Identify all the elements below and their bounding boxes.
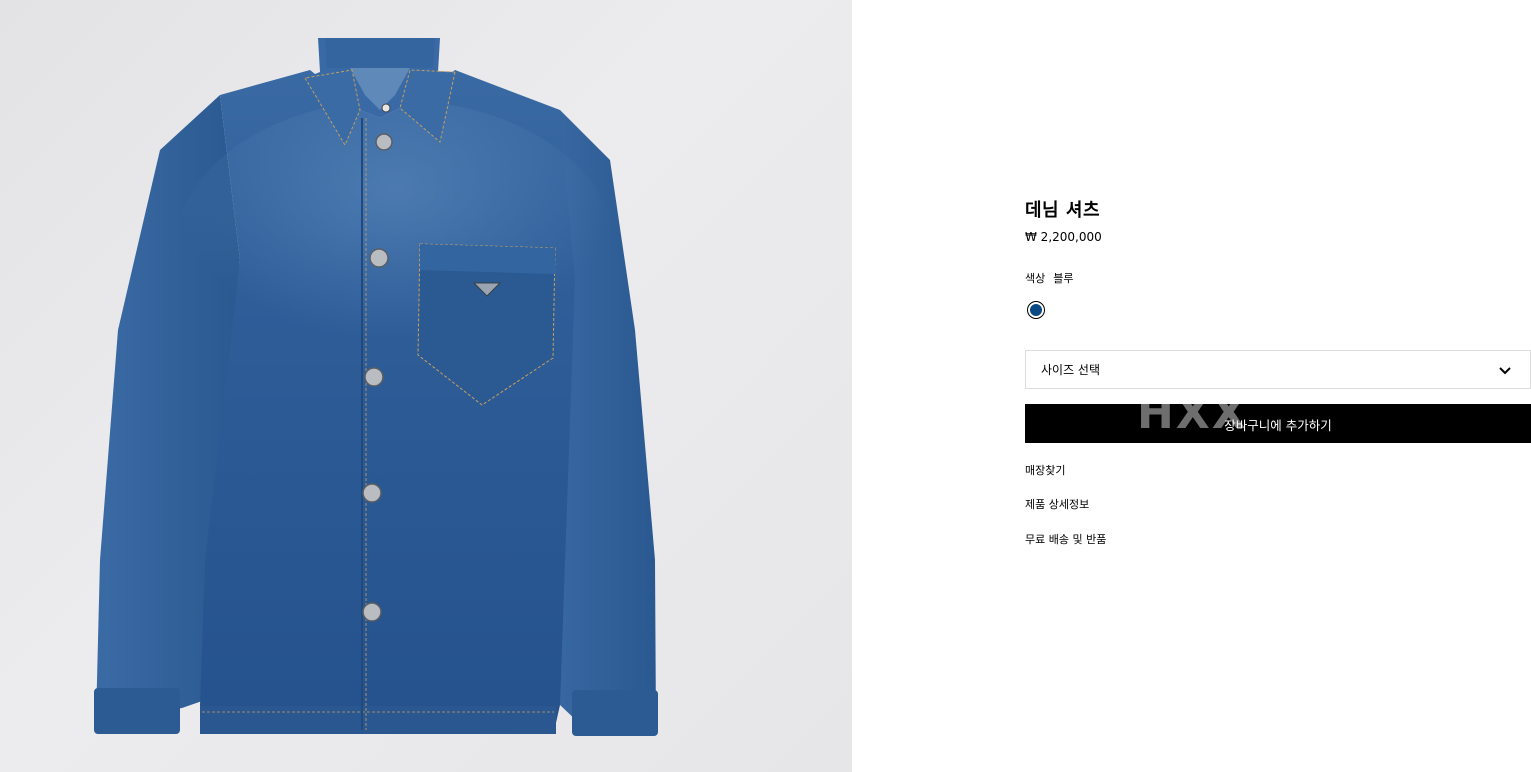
size-select-label: 사이즈 선택 <box>1041 363 1101 377</box>
chevron-down-icon <box>1499 367 1511 375</box>
right-cuff <box>572 690 658 736</box>
product-title: 데님 셔츠 <box>1025 200 1101 221</box>
color-label: 색상 <box>1025 272 1046 285</box>
shirt-hem <box>200 706 556 734</box>
product-price: ₩ 2,200,000 <box>1025 230 1102 244</box>
add-to-cart-button[interactable]: HXX 장바구니에 추가하기 <box>1025 404 1531 443</box>
size-select-dropdown[interactable]: 사이즈 선택 <box>1025 350 1531 389</box>
product-info-panel: 데님 셔츠 ₩ 2,200,000 색상 블루 사이즈 선택 HXX 장바구니에 … <box>1025 0 1531 772</box>
color-value: 블루 <box>1053 272 1074 285</box>
color-row: 색상 블루 <box>1025 270 1074 286</box>
color-swatch-blue[interactable] <box>1027 301 1045 319</box>
product-image[interactable] <box>0 0 852 772</box>
product-details-link[interactable]: 제품 상세정보 <box>1025 496 1089 512</box>
store-finder-link[interactable]: 매장찾기 <box>1025 462 1065 478</box>
denim-shirt-illustration <box>94 38 658 736</box>
swatch-dot <box>1030 304 1042 316</box>
add-to-cart-label: 장바구니에 추가하기 <box>1224 418 1332 433</box>
left-cuff <box>94 688 180 734</box>
shipping-returns-link[interactable]: 무료 배송 및 반품 <box>1025 531 1106 547</box>
